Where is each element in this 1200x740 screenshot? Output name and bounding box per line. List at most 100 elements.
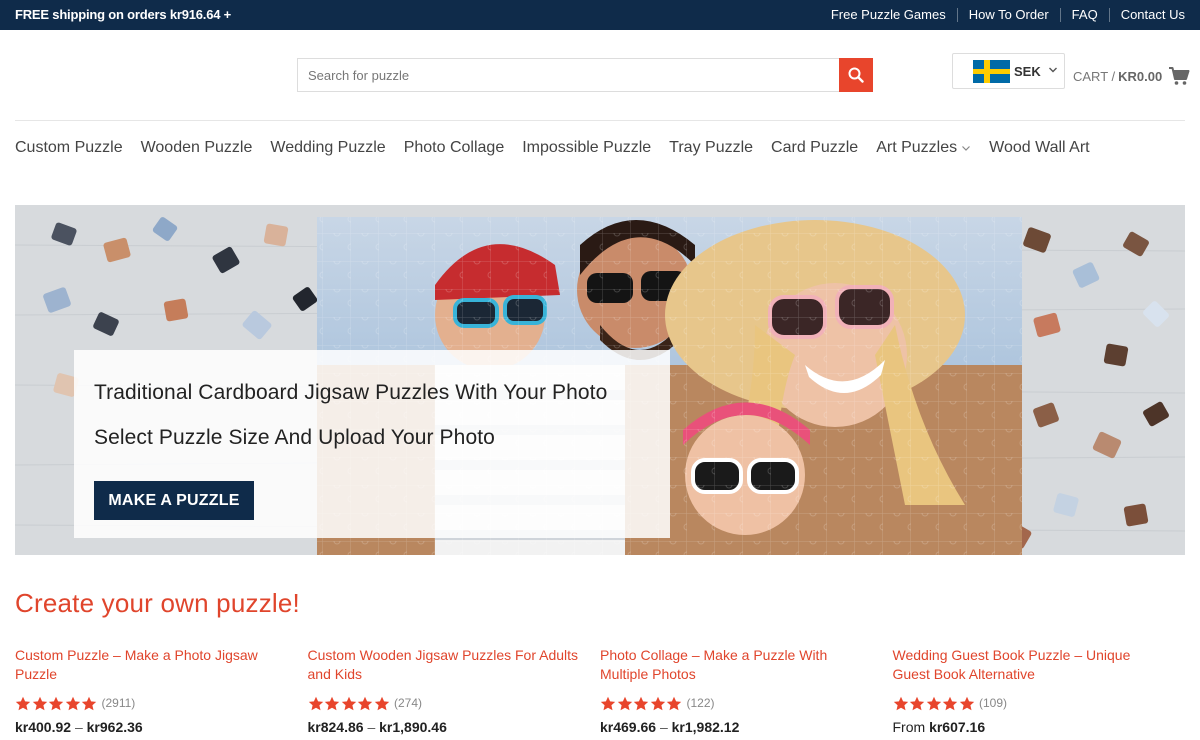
hero-subheadline: Select Puzzle Size And Upload Your Photo [94,426,495,449]
price-high: kr962.36 [86,719,143,735]
product-rating: (2911) [15,695,288,711]
price-high: kr1,982.12 [671,719,740,735]
star-icon [893,696,908,710]
search-icon [848,67,864,83]
header-divider [15,120,1185,121]
nav-label: Wood Wall Art [989,139,1090,156]
make-a-puzzle-button[interactable]: MAKE A PUZZLE [94,481,254,520]
product-price: kr400.92 – kr962.36 [15,719,288,735]
price-low: kr469.66 [600,719,657,735]
price-separator: – [363,719,380,735]
review-count[interactable]: (274) [394,696,422,710]
product-title-link[interactable]: Custom Wooden Jigsaw Puzzles For Adults … [308,646,581,684]
star-icon [357,696,373,710]
top-bar: FREE shipping on orders kr916.64 + Free … [0,0,1200,30]
sweden-flag-icon [973,60,1010,83]
price-separator: – [71,719,87,735]
star-icon [374,696,389,710]
free-shipping-promo: FREE shipping on orders kr916.64 + [15,7,232,22]
star-icon [650,696,665,710]
product-rating: (274) [308,695,581,711]
product-price: kr824.86 – kr1,890.46 [308,719,581,735]
price-separator: – [656,719,672,735]
chevron-down-icon [962,146,971,151]
nav-label: Impossible Puzzle [522,139,652,156]
star-icon [32,696,47,710]
price-low: kr400.92 [15,719,72,735]
nav-item-custom-puzzle[interactable]: Custom Puzzle [15,139,123,157]
nav-item-wood-wall-art[interactable]: Wood Wall Art [989,139,1089,157]
star-icon [308,696,323,710]
nav-item-wooden-puzzle[interactable]: Wooden Puzzle [141,139,253,157]
star-icon [617,696,632,710]
currency-selector[interactable]: SEK [952,53,1065,89]
product-card: Wedding Guest Book Puzzle – Unique Guest… [893,646,1186,735]
star-icon [942,696,958,710]
cart-link[interactable]: CART / KR0.00 [1073,66,1190,86]
review-count[interactable]: (109) [979,696,1007,710]
star-icon [959,696,974,710]
link-free-puzzle-games[interactable]: Free Puzzle Games [820,8,957,22]
star-icon [666,696,682,710]
currency-code: SEK [1014,64,1041,79]
product-title-link[interactable]: Wedding Guest Book Puzzle – Unique Guest… [893,646,1166,684]
search-bar [297,58,873,92]
star-icon [324,696,340,710]
price-from-label: From [892,719,930,735]
product-price: kr469.66 – kr1,982.12 [600,719,873,735]
search-button[interactable] [839,58,873,92]
nav-item-card-puzzle[interactable]: Card Puzzle [771,139,858,157]
link-faq[interactable]: FAQ [1059,8,1109,22]
star-rating [15,696,98,711]
review-count[interactable]: (122) [687,696,715,710]
hero-banner: Traditional Cardboard Jigsaw Puzzles Wit… [15,205,1185,555]
nav-item-wedding-puzzle[interactable]: Wedding Puzzle [270,139,385,157]
hero-text-panel: Traditional Cardboard Jigsaw Puzzles Wit… [74,350,670,538]
nav-item-art-puzzles[interactable]: Art Puzzles [876,139,971,157]
search-input[interactable] [298,59,839,91]
product-rating: (122) [600,695,873,711]
link-how-to-order[interactable]: How To Order [956,8,1060,22]
review-count[interactable]: (2911) [102,696,136,710]
nav-label: Wedding Puzzle [270,139,386,156]
product-title-link[interactable]: Photo Collage – Make a Puzzle With Multi… [600,646,873,684]
nav-label: Art Puzzles [876,139,958,156]
product-rating: (109) [893,695,1166,711]
star-icon [909,696,925,710]
star-rating [308,696,391,711]
nav-label: Custom Puzzle [15,139,123,156]
star-icon [600,696,616,710]
product-card: Custom Wooden Jigsaw Puzzles For Adults … [308,646,601,735]
star-icon [65,696,80,710]
product-grid: Custom Puzzle – Make a Photo Jigsaw Puzz… [15,646,1185,735]
star-rating [893,696,976,711]
price-high: kr1,890.46 [379,719,447,735]
product-card: Photo Collage – Make a Puzzle With Multi… [600,646,893,735]
star-icon [15,696,31,710]
cart-label: CART / [1073,68,1116,84]
product-card: Custom Puzzle – Make a Photo Jigsaw Puzz… [15,646,308,735]
chevron-down-icon [1049,67,1057,73]
link-contact-us[interactable]: Contact Us [1108,8,1185,22]
cart-amount: KR0.00 [1118,68,1163,84]
product-title-link[interactable]: Custom Puzzle – Make a Photo Jigsaw Puzz… [15,646,288,684]
nav-item-photo-collage[interactable]: Photo Collage [404,139,505,157]
nav-label: Wooden Puzzle [140,139,253,156]
section-title: Create your own puzzle! [15,588,300,618]
nav-label: Card Puzzle [771,139,859,156]
top-links: Free Puzzle Games How To Order FAQ Conta… [820,0,1185,30]
star-icon [926,696,941,710]
star-rating [600,696,683,711]
hero-headline: Traditional Cardboard Jigsaw Puzzles Wit… [94,381,608,404]
nav-item-tray-puzzle[interactable]: Tray Puzzle [669,139,753,157]
nav-label: Tray Puzzle [669,139,754,156]
main-nav: Custom Puzzle Wooden Puzzle Wedding Puzz… [15,136,1108,160]
product-price: From kr607.16 [893,719,1166,735]
star-icon [341,696,356,710]
shopping-cart-icon [1169,67,1190,85]
price-low: kr824.86 [307,719,364,735]
star-icon [633,696,649,710]
nav-item-impossible-puzzle[interactable]: Impossible Puzzle [522,139,651,157]
nav-label: Photo Collage [403,139,505,156]
price-low: kr607.16 [929,719,986,735]
